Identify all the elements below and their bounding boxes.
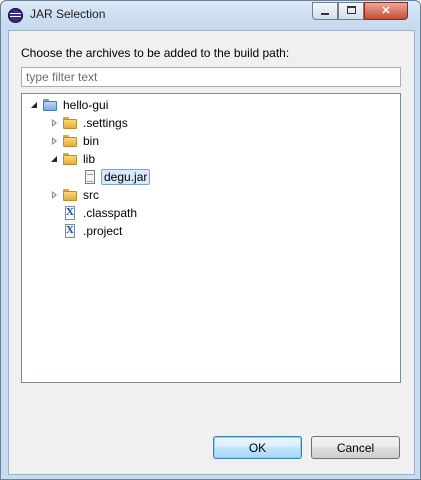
xml-file-icon: X bbox=[62, 205, 78, 221]
close-button[interactable]: ✕ bbox=[364, 2, 408, 20]
tree-item-label: src bbox=[83, 188, 99, 202]
dialog-content: Choose the archives to be added to the b… bbox=[8, 30, 415, 475]
instruction-label: Choose the archives to be added to the b… bbox=[21, 46, 290, 60]
minimize-icon bbox=[321, 13, 329, 16]
maximize-icon bbox=[346, 6, 356, 15]
jar-selection-window: JAR Selection ✕ Choose the archives to b… bbox=[0, 0, 421, 480]
tree-item-lib[interactable]: lib bbox=[50, 150, 97, 168]
window-title: JAR Selection bbox=[30, 7, 106, 21]
title-bar[interactable]: JAR Selection ✕ bbox=[1, 1, 420, 29]
eclipse-icon bbox=[8, 8, 23, 23]
folder-icon bbox=[62, 115, 78, 131]
folder-icon bbox=[62, 133, 78, 149]
collapse-arrow-icon[interactable] bbox=[30, 96, 40, 114]
tree-item-classpath[interactable]: X .classpath bbox=[50, 204, 139, 222]
tree-item-label: .project bbox=[83, 224, 123, 238]
collapse-arrow-icon[interactable] bbox=[50, 150, 60, 168]
tree-item-label: bin bbox=[83, 134, 100, 148]
tree-item-label: degu.jar bbox=[101, 169, 151, 185]
maximize-button[interactable] bbox=[338, 2, 364, 20]
folder-icon bbox=[62, 151, 78, 167]
tree-item-label: lib bbox=[83, 152, 96, 166]
xml-file-icon: X bbox=[62, 223, 78, 239]
filter-input[interactable] bbox=[21, 67, 401, 87]
close-icon: ✕ bbox=[381, 5, 391, 17]
tree-item-settings[interactable]: .settings bbox=[50, 114, 130, 132]
tree-item-label: hello-gui bbox=[63, 98, 109, 112]
archive-tree[interactable]: hello-gui .settings bin lib degu.jar src… bbox=[21, 93, 401, 383]
expand-arrow-icon[interactable] bbox=[50, 114, 60, 132]
tree-item-label: .settings bbox=[83, 116, 128, 130]
expand-arrow-icon[interactable] bbox=[50, 132, 60, 150]
folder-icon bbox=[62, 187, 78, 203]
tree-item-src[interactable]: src bbox=[50, 186, 101, 204]
tree-item-bin[interactable]: bin bbox=[50, 132, 101, 150]
ok-button[interactable]: OK bbox=[213, 436, 302, 459]
tree-item-label: .classpath bbox=[83, 206, 138, 220]
expand-arrow-icon[interactable] bbox=[50, 186, 60, 204]
cancel-button[interactable]: Cancel bbox=[311, 436, 400, 459]
minimize-button[interactable] bbox=[312, 2, 338, 20]
tree-item-project[interactable]: X .project bbox=[50, 222, 124, 240]
tree-item-hello-gui[interactable]: hello-gui bbox=[30, 96, 110, 114]
tree-item-degu-jar[interactable]: degu.jar bbox=[80, 168, 151, 186]
jar-file-icon bbox=[82, 169, 98, 185]
project-folder-icon bbox=[42, 97, 58, 113]
